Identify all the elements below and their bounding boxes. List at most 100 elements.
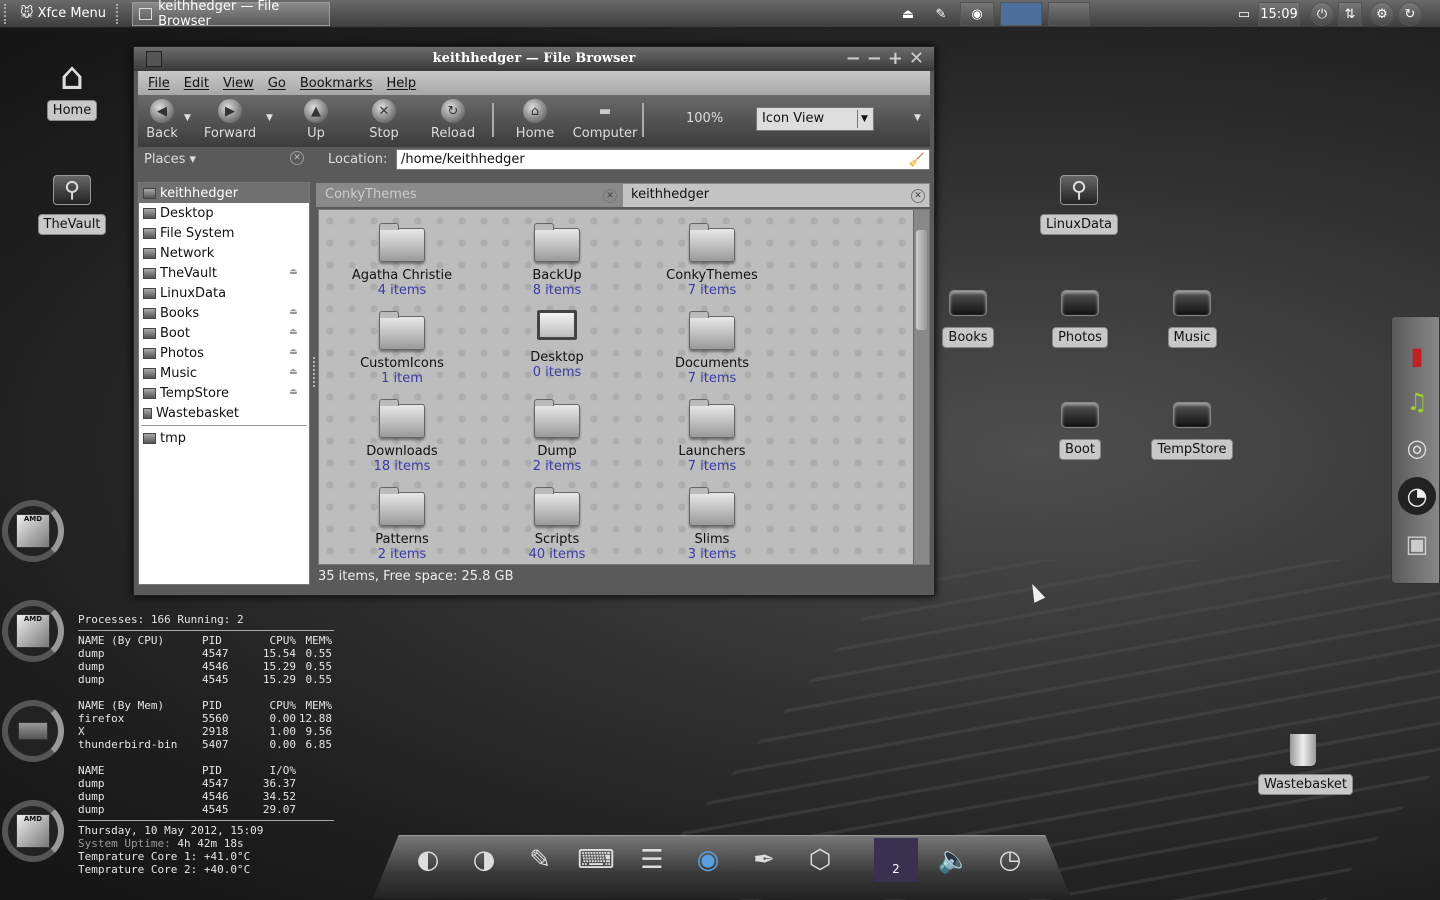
desktop-icon-linuxdata[interactable]: ⚲ LinuxData [1034,170,1124,235]
music-player-icon[interactable]: ♫ [1398,383,1436,421]
monitor-tray-icon[interactable]: ▭ [1232,2,1256,26]
folder-item[interactable]: Patterns 2 items [327,487,477,562]
tools-tray-icon[interactable]: ✎ [928,2,954,26]
eject-icon[interactable]: ⏏ [289,367,301,378]
forward-history-dropdown-icon[interactable]: ▼ [266,113,273,123]
scrollbar-thumb[interactable] [916,230,927,330]
sidebar-item-tmp[interactable]: tmp [139,428,309,448]
gimp-icon[interactable]: ✒ [742,838,786,882]
sidebar-item-desktop[interactable]: Desktop [139,203,309,223]
eject-icon[interactable]: ⏏ [289,327,301,338]
toolbar-overflow-icon[interactable]: ▼ [914,113,921,123]
media-disc-icon[interactable]: ◎ [1398,429,1436,467]
window-titlebar[interactable]: keithhedger — File Browser − − + ✕ [134,47,934,71]
stop-button[interactable]: ✕ Stop [366,99,402,141]
sidebar-item-wastebasket[interactable]: Wastebasket [139,403,309,423]
sidebar-item-music[interactable]: Music ⏏ [139,363,309,383]
sidebar-item-linuxdata[interactable]: LinuxData [139,283,309,303]
menu-help[interactable]: Help [386,76,416,91]
desktop-icon-photos[interactable]: Photos [1035,283,1125,348]
text-editor-icon[interactable]: ✎ [518,838,562,882]
eject-icon[interactable]: ⏏ [289,347,301,358]
time-icon[interactable]: ◷ [988,838,1032,882]
settings-icon[interactable]: ⚙ [1370,2,1394,26]
close-sidebar-icon[interactable]: ✕ [290,151,304,165]
window-menu-icon[interactable] [146,51,162,67]
reload-button[interactable]: ↻ Reload [430,99,476,141]
folder-item[interactable]: Agatha Christie 4 items [327,223,477,298]
menu-view[interactable]: View [223,76,254,91]
menu-edit[interactable]: Edit [184,76,209,91]
desktop-icon-music[interactable]: Music [1147,283,1237,348]
desktop-icon-boot[interactable]: Boot [1035,395,1125,460]
tab-conkythemes[interactable]: ConkyThemes ✕ [316,183,622,207]
places-dropdown[interactable]: Places ▾ [144,152,196,167]
folder-item[interactable]: ConkyThemes 7 items [637,223,787,298]
folder-item[interactable]: Launchers 7 items [637,399,787,474]
clear-location-icon[interactable]: 🧹 [909,151,925,170]
eject-icon[interactable]: ⏏ [289,387,301,398]
folder-item[interactable]: Desktop 0 items [482,310,632,380]
tab-keithhedger[interactable]: keithhedger ✕ [622,183,930,207]
workspace-1-button[interactable] [1000,2,1042,26]
folder-item[interactable]: Documents 7 items [637,311,787,386]
folder-item[interactable]: Scripts 40 items [482,487,632,562]
xfce-menu-button[interactable]: 🐭 Xfce Menu [14,2,112,26]
eject-icon[interactable]: ⏏ [289,307,301,318]
disc-tray-icon[interactable]: ◉ [960,2,994,26]
sidebar-item-books[interactable]: Books ⏏ [139,303,309,323]
desktop-icon-tempstore[interactable]: TempStore [1147,395,1237,460]
forward-button[interactable]: ▶ Forward [202,99,258,141]
pane-resize-handle[interactable] [313,357,316,387]
eject-tray-icon[interactable]: ⏏ [890,2,926,26]
firefox-icon[interactable]: ◐ [406,838,450,882]
chromium-icon[interactable]: ◉ [686,838,730,882]
volume-icon[interactable]: 🔈 [932,838,976,882]
folder-item[interactable]: Downloads 18 items [327,399,477,474]
workspace-2-button[interactable] [1048,2,1090,26]
back-button[interactable]: ◀ Back [144,99,180,141]
thunderbird-icon[interactable]: ◑ [462,838,506,882]
screen-icon[interactable]: ▣ [1398,525,1436,563]
close-tab-icon[interactable]: ✕ [603,189,617,203]
sidebar-item-boot[interactable]: Boot ⏏ [139,323,309,343]
book-icon[interactable]: ▮ [1398,337,1436,375]
network-icon[interactable]: ⇅ [1338,2,1362,26]
zoom-level[interactable]: 100% [686,111,723,126]
desktop-icon-home[interactable]: ⌂ Home [27,54,117,121]
file-cabinet-icon[interactable]: ☰ [630,838,674,882]
desktop-icon-thevault[interactable]: ⚲ TheVault [27,170,117,235]
location-input[interactable]: /home/keithhedger 🧹 [396,149,930,170]
computer-button[interactable]: ▬ Computer [572,99,638,142]
menu-go[interactable]: Go [268,76,286,91]
menu-bookmarks[interactable]: Bookmarks [300,76,373,91]
panel-clock[interactable]: 15:09 [1258,2,1300,26]
workspace-switcher-icon[interactable]: 2 [874,838,918,882]
up-button[interactable]: ▲ Up [298,99,334,141]
view-mode-select[interactable]: Icon View ▼ [756,107,874,131]
terminal-icon[interactable]: ⌨ [574,838,618,882]
shade-icon[interactable]: − [846,47,861,71]
minimize-icon[interactable]: − [867,47,882,71]
sidebar-item-filesystem[interactable]: File System [139,223,309,243]
folder-item[interactable]: BackUp 8 items [482,223,632,298]
back-history-dropdown-icon[interactable]: ▼ [184,113,191,123]
clock-icon[interactable]: ◔ [1398,477,1436,515]
close-icon[interactable]: ✕ [909,47,924,71]
logout-icon[interactable]: ↻ [1398,2,1422,26]
sidebar-item-keithhedger[interactable]: keithhedger [139,183,309,203]
package-icon[interactable]: ⬡ [798,838,842,882]
taskbar-window-button[interactable]: keithhedger — File Browser [132,0,331,29]
maximize-icon[interactable]: + [888,47,903,71]
home-button[interactable]: ⌂ Home [512,99,558,141]
sidebar-item-tempstore[interactable]: TempStore ⏏ [139,383,309,403]
panel-grip[interactable] [4,3,10,24]
sidebar-item-network[interactable]: Network [139,243,309,263]
close-tab-icon[interactable]: ✕ [911,189,925,203]
power-icon[interactable]: ⏻ [1310,2,1334,26]
desktop-icon-books[interactable]: Books [923,283,1013,348]
folder-item[interactable]: CustomIcons 1 item [327,311,477,386]
folder-item[interactable]: Slims 3 items [637,487,787,562]
eject-icon[interactable]: ⏏ [289,267,301,278]
sidebar-item-photos[interactable]: Photos ⏏ [139,343,309,363]
